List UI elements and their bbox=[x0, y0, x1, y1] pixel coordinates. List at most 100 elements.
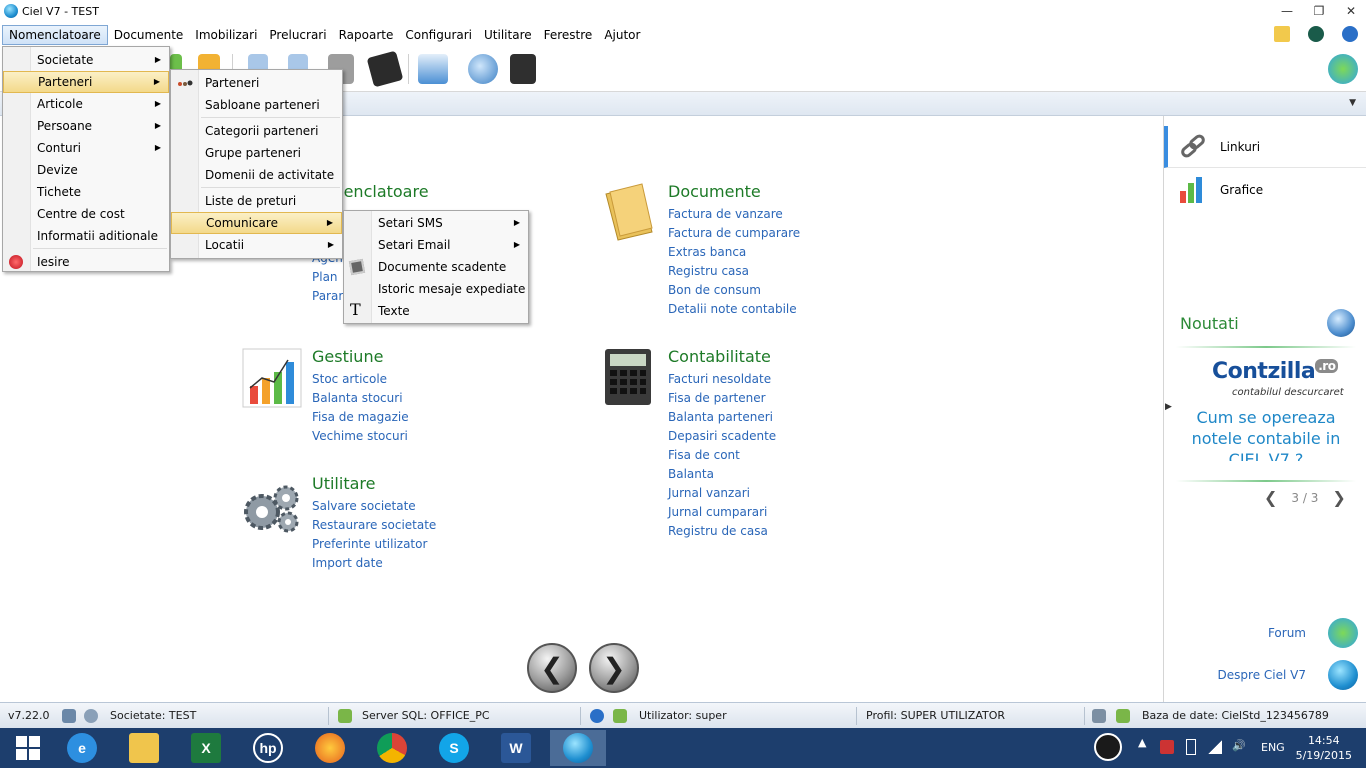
menu-item-tichete[interactable]: Tichete bbox=[3, 181, 169, 203]
forum-link[interactable]: Forum bbox=[1268, 626, 1306, 640]
taskbar-explorer[interactable] bbox=[116, 730, 172, 766]
signal-icon[interactable] bbox=[1208, 740, 1222, 754]
contzilla-logo[interactable]: Contzilla .ro bbox=[1212, 359, 1339, 384]
menu-rapoarte[interactable]: Rapoarte bbox=[333, 25, 400, 45]
section-link[interactable]: Bon de consum bbox=[668, 281, 800, 300]
help-icon[interactable] bbox=[1342, 26, 1358, 42]
menu-item-locatii[interactable]: Locatii ▶ bbox=[171, 234, 342, 256]
menu-ferestre[interactable]: Ferestre bbox=[538, 25, 599, 45]
section-link[interactable]: Restaurare societate bbox=[312, 516, 436, 535]
taskbar-skype[interactable]: S bbox=[426, 730, 482, 766]
section-link[interactable]: Extras banca bbox=[668, 243, 800, 262]
taskbar-ciel[interactable] bbox=[550, 730, 606, 766]
taskbar-clock[interactable]: 14:54 5/19/2015 bbox=[1296, 733, 1352, 763]
section-link[interactable]: Registru casa bbox=[668, 262, 800, 281]
section-link[interactable]: Balanta parteneri bbox=[668, 408, 776, 427]
menu-item-categorii-parteneri[interactable]: Categorii parteneri bbox=[171, 120, 342, 142]
section-link[interactable]: Facturi nesoldate bbox=[668, 370, 776, 389]
minimize-icon[interactable]: — bbox=[1278, 2, 1296, 20]
section-link[interactable]: Jurnal vanzari bbox=[668, 484, 776, 503]
section-link[interactable]: Registru de casa bbox=[668, 522, 776, 541]
menu-item-sabloane-parteneri[interactable]: Sabloane parteneri bbox=[171, 94, 342, 116]
calculator-icon[interactable] bbox=[510, 54, 536, 84]
battery-icon[interactable] bbox=[1186, 739, 1196, 755]
menu-item-grupe-parteneri[interactable]: Grupe parteneri bbox=[171, 142, 342, 164]
taskbar-word[interactable]: W bbox=[488, 730, 544, 766]
menu-item-societate[interactable]: Societate ▶ bbox=[3, 49, 169, 71]
update-icon[interactable] bbox=[1308, 26, 1324, 42]
section-link[interactable]: Preferinte utilizator bbox=[312, 535, 436, 554]
taskbar-ie[interactable]: e bbox=[54, 730, 110, 766]
help-tray-icon[interactable] bbox=[1094, 733, 1122, 761]
section-link[interactable]: Vechime stocuri bbox=[312, 427, 409, 446]
restore-icon[interactable]: ❐ bbox=[1310, 2, 1328, 20]
menu-nomenclatoare[interactable]: Nomenclatoare bbox=[2, 25, 108, 45]
section-link[interactable]: Balanta bbox=[668, 465, 776, 484]
section-link[interactable]: Fisa de partener bbox=[668, 389, 776, 408]
chevron-right-icon[interactable]: ❯ bbox=[1332, 488, 1345, 507]
menu-documente[interactable]: Documente bbox=[108, 25, 190, 45]
chevron-up-icon[interactable]: ▲ bbox=[1138, 736, 1146, 749]
warning-icon[interactable] bbox=[1274, 26, 1290, 42]
menu-configurari[interactable]: Configurari bbox=[399, 25, 478, 45]
menu-item-setari-sms[interactable]: Setari SMS ▶ bbox=[344, 212, 528, 234]
notification-flag-icon[interactable] bbox=[1160, 740, 1174, 754]
taskbar-hp[interactable]: hp bbox=[240, 730, 296, 766]
section-link[interactable]: Fisa de magazie bbox=[312, 408, 409, 427]
menu-item-centre-de-cost[interactable]: Centre de cost bbox=[3, 203, 169, 225]
search-icon[interactable] bbox=[468, 54, 498, 84]
menu-item-articole[interactable]: Articole ▶ bbox=[3, 93, 169, 115]
chevron-right-icon[interactable]: ▶ bbox=[1165, 402, 1172, 412]
section-link[interactable]: Depasiri scadente bbox=[668, 427, 776, 446]
section-link[interactable]: Jurnal cumparari bbox=[668, 503, 776, 522]
menu-item-devize[interactable]: Devize bbox=[3, 159, 169, 181]
section-link[interactable]: Stoc articole bbox=[312, 370, 409, 389]
menu-utilitare[interactable]: Utilitare bbox=[478, 25, 538, 45]
accessibility-icon[interactable] bbox=[590, 709, 604, 723]
next-page-button[interactable]: ❯ bbox=[589, 643, 639, 693]
chat-bubbles-icon[interactable] bbox=[1328, 618, 1358, 648]
menu-imobilizari[interactable]: Imobilizari bbox=[189, 25, 263, 45]
menu-ajutor[interactable]: Ajutor bbox=[598, 25, 646, 45]
menu-item-texte[interactable]: T Texte bbox=[344, 300, 528, 322]
menu-item-parteneri[interactable]: Parteneri bbox=[171, 72, 342, 94]
book-icon[interactable] bbox=[366, 50, 404, 88]
menu-item-setari-email[interactable]: Setari Email ▶ bbox=[344, 234, 528, 256]
chat-icon[interactable] bbox=[1328, 54, 1358, 84]
search-icon[interactable] bbox=[84, 709, 98, 723]
globe-download-icon[interactable] bbox=[1327, 309, 1355, 337]
menu-item-conturi[interactable]: Conturi ▶ bbox=[3, 137, 169, 159]
prev-page-button[interactable]: ❮ bbox=[527, 643, 577, 693]
menu-item-comunicare[interactable]: Comunicare ▶ bbox=[171, 212, 342, 234]
ciel-logo-icon[interactable] bbox=[1328, 660, 1358, 690]
taskbar-excel[interactable]: X bbox=[178, 730, 234, 766]
chevron-left-icon[interactable]: ❮ bbox=[1264, 488, 1277, 507]
section-link[interactable]: Factura de cumparare bbox=[668, 224, 800, 243]
section-link[interactable]: Import date bbox=[312, 554, 436, 573]
section-link[interactable]: Detalii note contabile bbox=[668, 300, 800, 319]
menu-item-parteneri[interactable]: Parteneri ▶ bbox=[3, 71, 169, 93]
menu-item-iesire[interactable]: Iesire bbox=[3, 251, 169, 273]
volume-icon[interactable]: 🔊 bbox=[1232, 739, 1246, 752]
grafice-tab[interactable]: Grafice bbox=[1164, 169, 1366, 211]
menu-prelucrari[interactable]: Prelucrari bbox=[263, 25, 332, 45]
despre-link[interactable]: Despre Ciel V7 bbox=[1218, 668, 1306, 682]
menu-item-liste-de-preturi[interactable]: Liste de preturi bbox=[171, 190, 342, 212]
sync-icon[interactable] bbox=[62, 709, 76, 723]
menu-item-istoric-mesaje-expediate[interactable]: Istoric mesaje expediate bbox=[344, 278, 528, 300]
news-headline[interactable]: Cum se opereaza notele contabile in CIEL… bbox=[1186, 407, 1346, 461]
start-button[interactable] bbox=[0, 730, 56, 766]
section-link[interactable]: Fisa de cont bbox=[668, 446, 776, 465]
close-icon[interactable]: ✕ bbox=[1342, 2, 1360, 20]
taskbar-firefox[interactable] bbox=[302, 730, 358, 766]
printer-icon[interactable] bbox=[418, 54, 448, 84]
chevron-down-icon[interactable]: ▼ bbox=[1349, 98, 1356, 108]
language-indicator[interactable]: ENG bbox=[1261, 741, 1285, 754]
menu-item-documente-scadente[interactable]: Documente scadente bbox=[344, 256, 528, 278]
section-link[interactable]: Balanta stocuri bbox=[312, 389, 409, 408]
section-link[interactable]: Salvare societate bbox=[312, 497, 436, 516]
menu-item-persoane[interactable]: Persoane ▶ bbox=[3, 115, 169, 137]
linkuri-tab[interactable]: Linkuri bbox=[1164, 126, 1366, 168]
menu-item-domenii-de-activitate[interactable]: Domenii de activitate bbox=[171, 164, 342, 186]
taskbar-chrome[interactable] bbox=[364, 730, 420, 766]
